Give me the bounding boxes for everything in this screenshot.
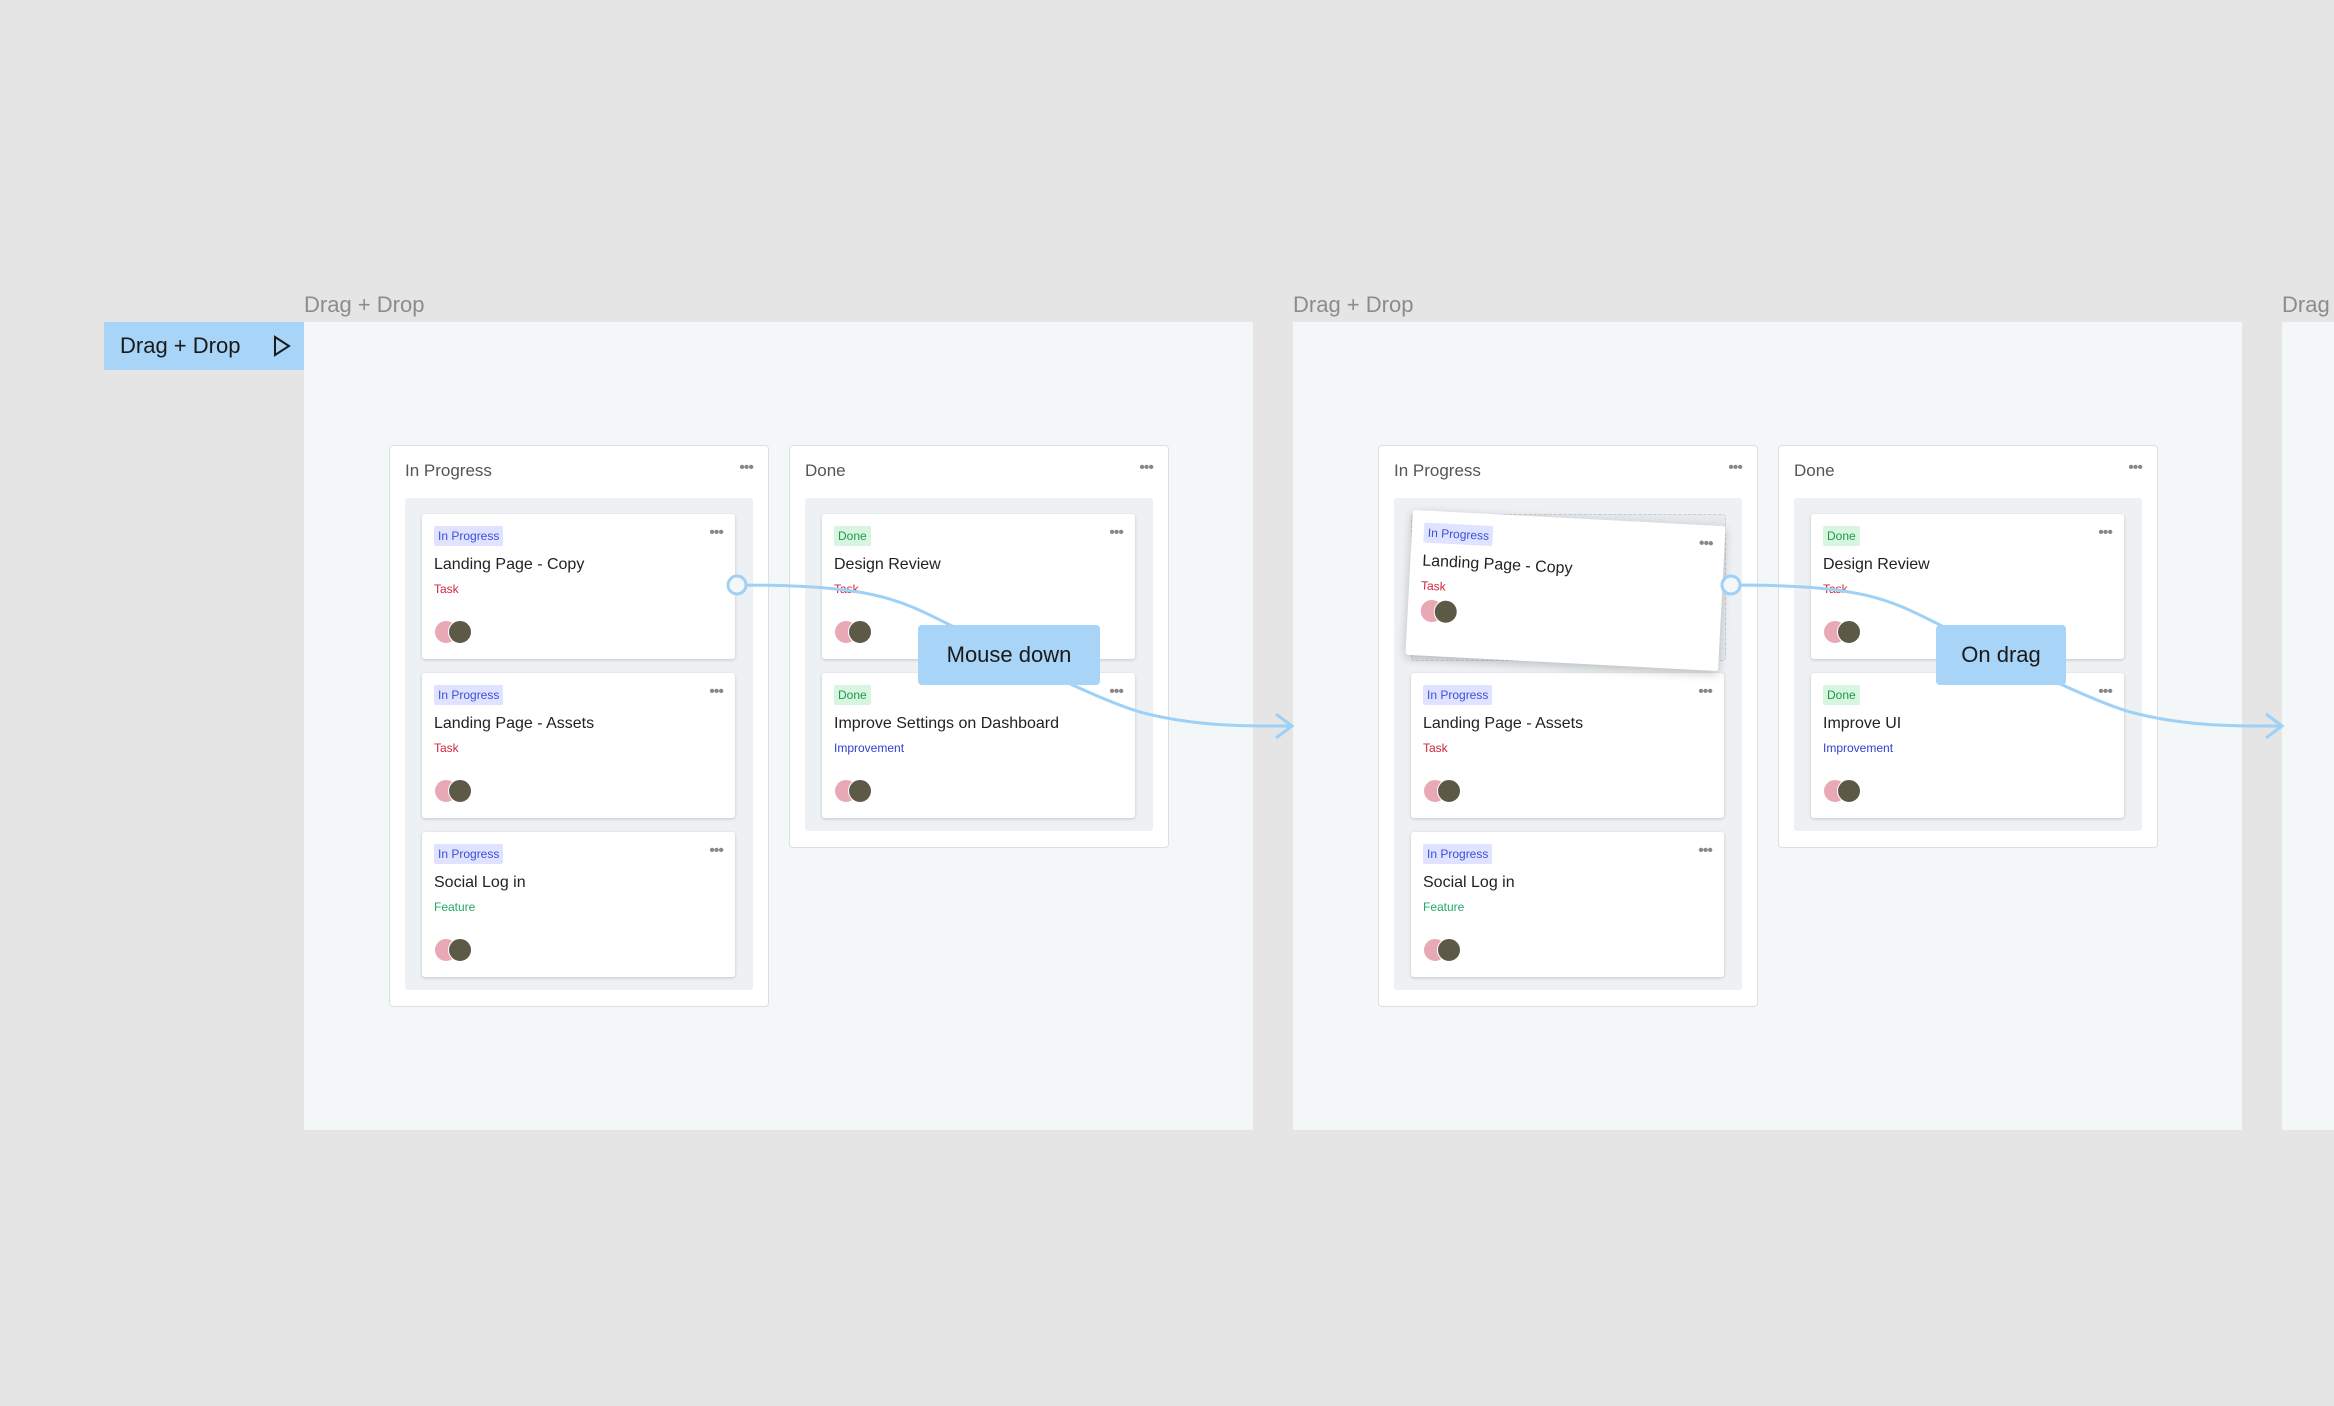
interaction-callout[interactable]: Mouse down — [918, 625, 1100, 685]
connector-origin — [1720, 574, 1742, 596]
interaction-callout[interactable]: On drag — [1936, 625, 2066, 685]
connector-origin — [726, 574, 748, 596]
prototype-connectors — [726, 574, 2285, 740]
